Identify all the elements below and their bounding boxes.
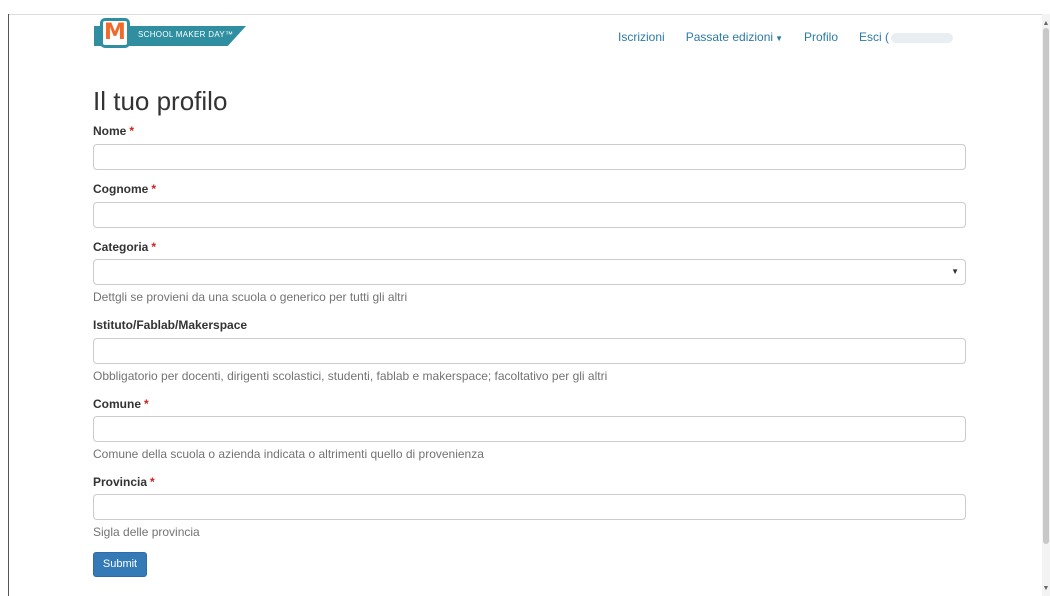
- istituto-input[interactable]: [93, 338, 966, 364]
- comune-help: Comune della scuola o azienda indicata o…: [93, 447, 484, 461]
- provincia-help: Sigla delle provincia: [93, 525, 200, 539]
- nome-input[interactable]: [93, 144, 966, 170]
- page-title: Il tuo profilo: [93, 86, 228, 116]
- comune-label: Comune *: [93, 397, 149, 411]
- window-top-border: [8, 14, 1050, 15]
- scroll-up-arrow-icon[interactable]: ▲: [1042, 20, 1050, 28]
- submit-button[interactable]: Submit: [93, 552, 147, 577]
- required-asterisk: *: [151, 182, 157, 196]
- istituto-label: Istituto/Fablab/Makerspace: [93, 318, 247, 332]
- scroll-down-arrow-icon[interactable]: ▼: [1042, 585, 1050, 593]
- provincia-label-text: Provincia: [93, 475, 148, 489]
- nav-iscrizioni-link[interactable]: Iscrizioni: [618, 30, 665, 44]
- required-asterisk: *: [144, 397, 149, 411]
- istituto-label-text: Istituto/Fablab/Makerspace: [93, 318, 248, 332]
- required-asterisk: *: [129, 124, 135, 138]
- scrollbar-thumb[interactable]: [1043, 28, 1049, 544]
- cognome-label-text: Cognome: [93, 182, 149, 196]
- nav-profilo-link[interactable]: Profilo: [804, 30, 838, 44]
- nav-passate-edizioni-label: Passate edizioni: [685, 30, 774, 44]
- categoria-label: Categoria *: [93, 240, 156, 254]
- logo-m-icon: M: [100, 18, 130, 48]
- nav-esci-label: Esci (: [859, 30, 890, 44]
- caret-down-icon: ▼: [775, 34, 783, 43]
- nav-esci-link[interactable]: Esci (: [859, 30, 954, 44]
- school-maker-day-logo[interactable]: M SCHOOL MAKER DAY™: [94, 18, 246, 54]
- redacted-username: [891, 32, 954, 43]
- categoria-select[interactable]: ▼: [93, 259, 966, 285]
- cognome-label: Cognome *: [93, 182, 156, 196]
- provincia-label: Provincia *: [93, 475, 155, 489]
- istituto-help: Obbligatorio per docenti, dirigenti scol…: [93, 369, 608, 383]
- cognome-input[interactable]: [93, 202, 966, 228]
- comune-label-text: Comune: [93, 397, 141, 411]
- comune-input[interactable]: [93, 416, 966, 442]
- nome-label: Nome *: [93, 124, 134, 138]
- logo-text: SCHOOL MAKER DAY™: [138, 30, 234, 39]
- select-arrow-icon: ▼: [951, 267, 959, 276]
- categoria-label-text: Categoria: [93, 240, 149, 254]
- required-asterisk: *: [150, 475, 155, 489]
- nome-label-text: Nome: [93, 124, 127, 138]
- nav-passate-edizioni-dropdown[interactable]: Passate edizioni ▼: [686, 30, 783, 44]
- required-asterisk: *: [151, 240, 157, 254]
- categoria-help: Dettgli se provieni da una scuola o gene…: [93, 290, 408, 304]
- window-left-border: [8, 14, 9, 596]
- top-navigation: Iscrizioni Passate edizioni ▼ Profilo Esc…: [618, 30, 974, 44]
- provincia-input[interactable]: [93, 494, 966, 520]
